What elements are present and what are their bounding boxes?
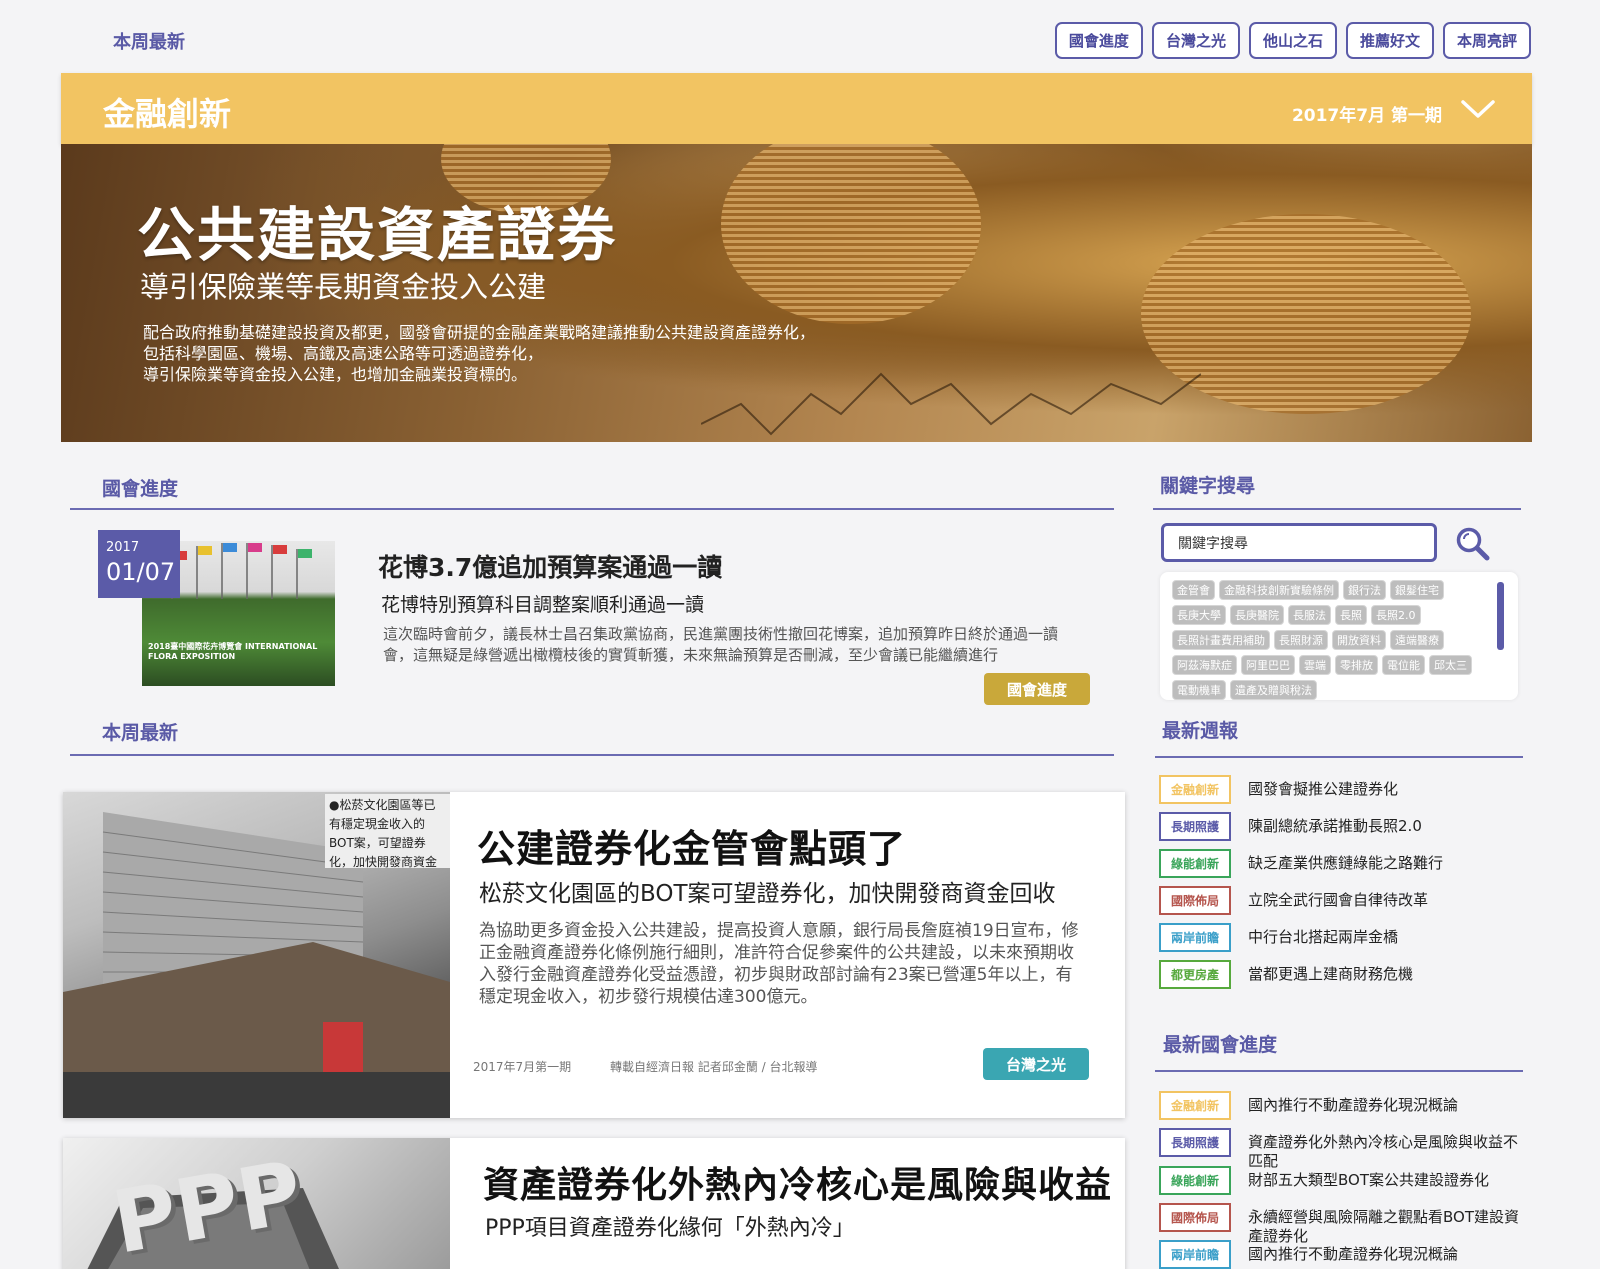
nav-button-weekly-review[interactable]: 本周亮評 <box>1442 22 1531 59</box>
category-badge[interactable]: 綠能創新 <box>1159 1166 1231 1195</box>
keyword-tag[interactable]: 金融科技創新實驗條例 <box>1219 580 1339 600</box>
sidebar-item-text[interactable]: 陳副總統承諾推動長照2.0 <box>1248 817 1528 836</box>
parliament-article-subtitle: 花博特別預算科目調整案順利通過一讀 <box>381 594 705 616</box>
sidebar-item-text[interactable]: 中行台北搭起兩岸金橋 <box>1248 928 1528 947</box>
keyword-tag[interactable]: 遺產及贈與稅法 <box>1230 680 1317 700</box>
keyword-tag[interactable]: 銀髮住宅 <box>1390 580 1444 600</box>
parliament-heading: 國會進度 <box>102 478 179 500</box>
keyword-tag[interactable]: 雲端 <box>1299 655 1331 675</box>
category-badge[interactable]: 兩岸前瞻 <box>1159 923 1231 952</box>
keyword-tag[interactable]: 阿里巴巴 <box>1241 655 1295 675</box>
article-issue: 2017年7月第一期 <box>473 1060 572 1074</box>
search-icon[interactable] <box>1455 526 1491 562</box>
keyword-tag[interactable]: 長服法 <box>1288 605 1331 625</box>
hero-title: 公共建設資產證券 <box>137 201 618 269</box>
nav-button-taiwan-light[interactable]: 台灣之光 <box>1151 22 1240 59</box>
hero-banner[interactable]: 公共建設資產證券 導引保險業等長期資金投入公建 配合政府推動基礎建設投資及都更，… <box>61 144 1532 442</box>
keyword-tag[interactable]: 電動機車 <box>1172 680 1226 700</box>
keyword-tag[interactable]: 長照計畫費用補助 <box>1172 630 1270 650</box>
section-divider <box>1155 1070 1523 1072</box>
image-caption: ●松菸文化園區等已有穩定現金收入的BOT案，可望證券化，加快開發商資金回收。圖／… <box>325 794 450 868</box>
hero-desc-line: 導引保險業等資金投入公建，也增加金融業投資標的。 <box>143 365 528 384</box>
category-badge[interactable]: 長期照護 <box>1159 1128 1231 1157</box>
thumbnail-caption: 2018臺中國際花卉博覽會 INTERNATIONAL FLORA EXPOSI… <box>148 642 318 661</box>
date-day: 01/07 <box>106 558 176 586</box>
latest-parliament-heading: 最新國會進度 <box>1163 1034 1278 1056</box>
keyword-tag[interactable]: 零排放 <box>1335 655 1378 675</box>
top-bar: 本周最新 國會進度 台灣之光 他山之石 推薦好文 本周亮評 <box>0 0 1600 72</box>
category-badge[interactable]: 都更房產 <box>1159 960 1231 989</box>
article-card[interactable]: ●松菸文化園區等已有穩定現金收入的BOT案，可望證券化，加快開發商資金回收。圖／… <box>63 792 1125 1118</box>
date-year: 2017 <box>106 540 140 555</box>
keyword-tag[interactable]: 邱太三 <box>1429 655 1472 675</box>
sidebar-item-text[interactable]: 資產證券化外熱內冷核心是風險與收益不匹配 <box>1248 1133 1528 1171</box>
sidebar-item-text[interactable]: 國內推行不動產證券化現況概論 <box>1248 1096 1528 1115</box>
keyword-tag[interactable]: 長照 <box>1335 605 1367 625</box>
keyword-tag-cloud: 金管會 金融科技創新實驗條例 銀行法 銀髮住宅長庚大學 長庚醫院 長服法 長照 長照2.0 長照… <box>1160 572 1518 700</box>
keyword-tag[interactable]: 遠端醫療 <box>1390 630 1444 650</box>
parliament-article-title[interactable]: 花博3.7億追加預算案通過一讀 <box>378 548 722 584</box>
tag-parliament[interactable]: 國會進度 <box>984 673 1090 705</box>
ppp-image[interactable]: PPP <box>63 1138 450 1269</box>
article-subtitle: 松菸文化園區的BOT案可望證券化，加快開發商資金回收 <box>479 881 1056 907</box>
section-divider <box>1155 756 1523 758</box>
category-badge[interactable]: 綠能創新 <box>1159 849 1231 878</box>
sidebar-item-text[interactable]: 國內推行不動產證券化現況概論 <box>1248 1245 1528 1264</box>
article-title[interactable]: 公建證券化金管會點頭了 <box>477 818 906 873</box>
sidebar-item-text[interactable]: 永續經營與風險隔離之觀點看BOT建設資產證券化 <box>1248 1208 1528 1246</box>
keyword-tag[interactable]: 長照2.0 <box>1371 605 1421 625</box>
sidebar-item-text[interactable]: 當都更遇上建商財務危機 <box>1248 965 1528 984</box>
article-source: 轉載自經濟日報 記者邱金蘭 / 台北報導 <box>610 1060 818 1074</box>
section-divider <box>1153 508 1521 510</box>
category-badge[interactable]: 金融創新 <box>1159 1091 1231 1120</box>
keyword-tag[interactable]: 長庚大學 <box>1172 605 1226 625</box>
sidebar-item-text[interactable]: 缺乏產業供應鏈綠能之路難行 <box>1248 854 1528 873</box>
tag-scrollbar[interactable] <box>1497 582 1504 650</box>
keyword-tag[interactable]: 長照財源 <box>1274 630 1328 650</box>
article-card[interactable]: PPP 資產證券化外熱內冷核心是風險與收益 PPP項目資產證券化緣何「外熱內冷」 <box>63 1138 1125 1269</box>
songshan-park-image[interactable]: ●松菸文化園區等已有穩定現金收入的BOT案，可望證券化，加快開發商資金回收。圖／… <box>63 792 450 1118</box>
tag-list: 金管會 金融科技創新實驗條例 銀行法 銀髮住宅長庚大學 長庚醫院 長服法 長照 長照2.0 長照… <box>1172 580 1490 700</box>
section-divider <box>70 508 1114 510</box>
hero-description: 配合政府推動基礎建設投資及都更，國發會研提的金融產業戰略建議推動公共建設資產證券… <box>143 322 815 385</box>
section-title: 金融創新 <box>103 95 232 133</box>
article-desc: 為協助更多資金投入公共建設，提高投資人意願，銀行局長詹庭禎19日宣布，修正金融資… <box>479 921 1079 1007</box>
search-input[interactable]: 關鍵字搜尋 <box>1161 523 1437 562</box>
chevron-down-icon[interactable] <box>1460 93 1496 123</box>
category-badge[interactable]: 長期照護 <box>1159 812 1231 841</box>
nav-button-parliament[interactable]: 國會進度 <box>1054 22 1143 59</box>
weekly-link[interactable]: 本周最新 <box>113 28 185 54</box>
nav-button-recommended[interactable]: 推薦好文 <box>1345 22 1434 59</box>
keyword-tag[interactable]: 長庚醫院 <box>1230 605 1284 625</box>
keyword-tag[interactable]: 金管會 <box>1172 580 1215 600</box>
category-badge[interactable]: 金融創新 <box>1159 775 1231 804</box>
parliament-article-desc: 這次臨時會前夕，議長林士昌召集政黨協商，民進黨團技術性撤回花博案，追加預算昨日終… <box>383 625 1059 664</box>
issue-label: 2017年7月 第一期 <box>1291 106 1442 126</box>
article-title[interactable]: 資產證券化外熱內冷核心是風險與收益 <box>483 1156 1112 1208</box>
section-header: 金融創新 2017年7月 第一期 <box>61 73 1532 144</box>
category-badge[interactable]: 國際佈局 <box>1159 886 1231 915</box>
article-subtitle: PPP項目資產證券化緣何「外熱內冷」 <box>485 1216 855 1241</box>
keyword-tag[interactable]: 銀行法 <box>1343 580 1386 600</box>
category-badge[interactable]: 兩岸前瞻 <box>1159 1240 1231 1269</box>
hero-desc-line: 包括科學園區、機場、高鐵及高速公路等可透過證券化， <box>143 344 544 363</box>
keyword-tag[interactable]: 開放資料 <box>1332 630 1386 650</box>
category-badge[interactable]: 國際佈局 <box>1159 1203 1231 1232</box>
latest-weekly-heading: 最新週報 <box>1162 720 1239 742</box>
hero-desc-line: 配合政府推動基礎建設投資及都更，國發會研提的金融產業戰略建議推動公共建設資產證券… <box>143 323 816 342</box>
keyword-heading: 關鍵字搜尋 <box>1160 475 1256 497</box>
nav-button-other-mountain[interactable]: 他山之石 <box>1248 22 1337 59</box>
sidebar-item-text[interactable]: 立院全武行國會自律待改革 <box>1248 891 1528 910</box>
sidebar-item-text[interactable]: 國發會擬推公建證券化 <box>1248 780 1528 799</box>
section-divider <box>70 754 1114 756</box>
keyword-tag[interactable]: 阿茲海默症 <box>1172 655 1237 675</box>
coin-decoration <box>721 144 981 324</box>
sidebar-item-text[interactable]: 財部五大類型BOT案公共建設證券化 <box>1248 1171 1528 1190</box>
keyword-tag[interactable]: 電位能 <box>1382 655 1425 675</box>
hero-subtitle: 導引保險業等長期資金投入公建 <box>140 270 547 304</box>
top-nav: 國會進度 台灣之光 他山之石 推薦好文 本周亮評 <box>1054 22 1531 59</box>
weekly-heading: 本周最新 <box>102 722 179 744</box>
date-badge: 2017 01/07 <box>98 530 180 598</box>
tag-taiwan-light[interactable]: 台灣之光 <box>983 1048 1089 1080</box>
